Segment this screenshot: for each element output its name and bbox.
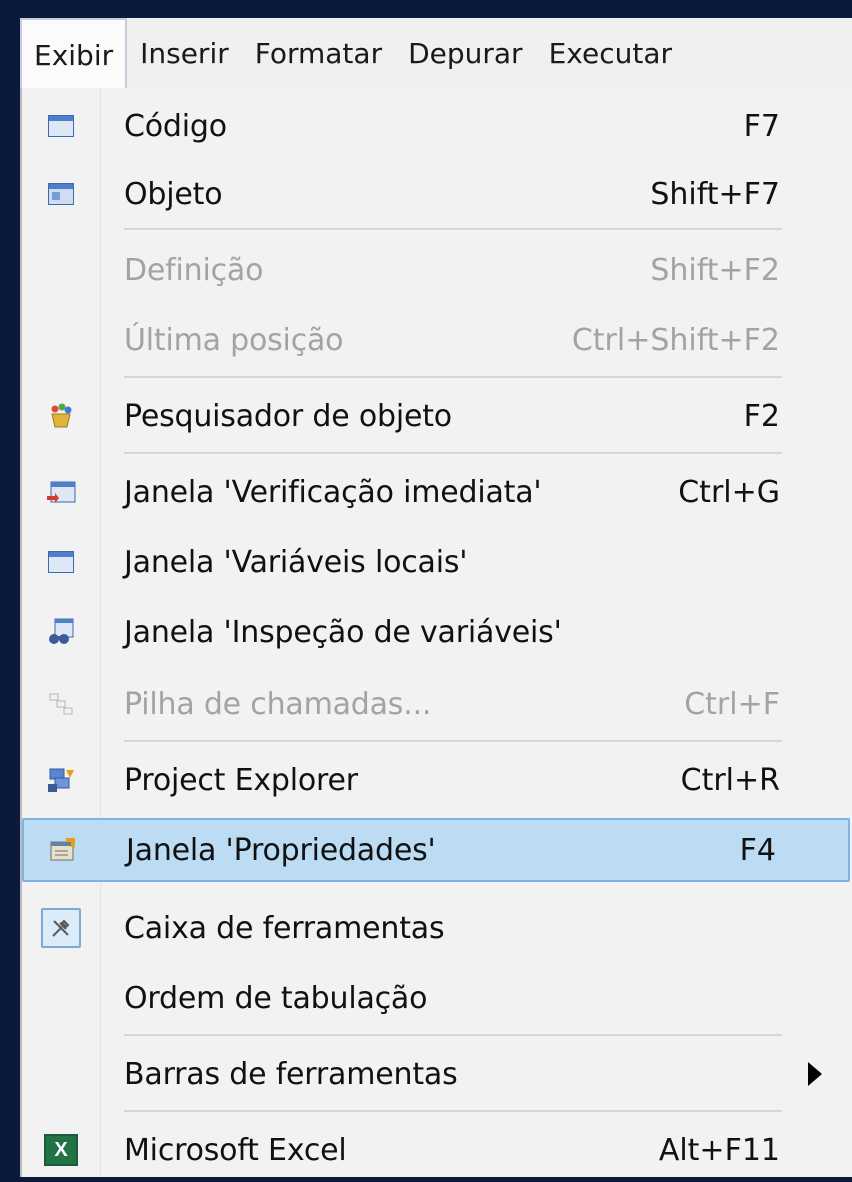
menu-item-label: Código (124, 108, 227, 144)
menu-item-shortcut: Ctrl+F (684, 686, 780, 722)
menu-item-label: Janela 'Variáveis locais' (124, 544, 468, 580)
locals-window-icon (48, 551, 74, 573)
menu-item-label: Caixa de ferramentas (124, 910, 445, 946)
menu-item-ordem-de-tabulacao[interactable]: Ordem de tabulação (22, 966, 852, 1030)
menu-executar[interactable]: Executar (536, 18, 685, 88)
menu-separator (124, 452, 782, 454)
menu-item-shortcut: Ctrl+R (680, 762, 780, 798)
code-window-icon (48, 115, 74, 137)
menu-item-barras-de-ferramentas[interactable]: Barras de ferramentas (22, 1042, 852, 1106)
exibir-dropdown-menu: Código F7 Objeto Shift+F7 Definição Shif… (20, 88, 852, 1177)
menu-exibir[interactable]: Exibir (20, 18, 128, 90)
menu-separator (124, 1034, 782, 1036)
menu-formatar[interactable]: Formatar (242, 18, 395, 88)
menu-item-inspecao-de-variaveis[interactable]: Janela 'Inspeção de variáveis' (22, 600, 852, 664)
menu-item-label: Janela 'Propriedades' (126, 832, 436, 868)
menu-item-shortcut: Shift+F7 (650, 176, 780, 212)
menu-item-shortcut: F7 (743, 108, 780, 144)
menu-item-microsoft-excel[interactable]: X Microsoft Excel Alt+F11 (22, 1118, 852, 1182)
menu-item-objeto[interactable]: Objeto Shift+F7 (22, 162, 852, 226)
excel-icon: X (44, 1134, 78, 1166)
menu-item-label: Janela 'Inspeção de variáveis' (124, 614, 562, 650)
menu-inserir[interactable]: Inserir (127, 18, 242, 88)
menu-separator (124, 740, 782, 742)
menu-separator (124, 376, 782, 378)
menu-item-caixa-de-ferramentas[interactable]: Caixa de ferramentas (22, 896, 852, 960)
menu-item-shortcut: Ctrl+Shift+F2 (571, 322, 780, 358)
object-icon (48, 183, 74, 205)
menu-exibir-label: Exibir (34, 38, 114, 72)
menu-separator (124, 228, 782, 230)
watch-window-icon (49, 618, 74, 644)
menu-bar: Exibir Inserir Formatar Depurar Executar (20, 18, 852, 90)
menu-item-pesquisador-de-objeto[interactable]: Pesquisador de objeto F2 (22, 384, 852, 448)
menu-item-verificacao-imediata[interactable]: Janela 'Verificação imediata' Ctrl+G (22, 460, 852, 524)
menu-item-label: Ordem de tabulação (124, 980, 428, 1016)
menu-item-codigo[interactable]: Código F7 (22, 94, 852, 158)
submenu-arrow-icon (808, 1062, 822, 1086)
object-browser-icon (51, 403, 72, 428)
call-stack-icon (49, 693, 73, 715)
menu-formatar-label: Formatar (254, 36, 383, 70)
menu-item-pilha-de-chamadas: Pilha de chamadas... Ctrl+F (22, 672, 852, 736)
menu-item-label: Pilha de chamadas... (124, 686, 432, 722)
properties-window-icon (50, 838, 75, 861)
menu-depurar[interactable]: Depurar (395, 18, 536, 88)
menu-depurar-label: Depurar (408, 36, 523, 70)
immediate-window-icon (47, 481, 76, 503)
menu-inserir-label: Inserir (140, 36, 229, 70)
menu-item-shortcut: F4 (739, 832, 776, 868)
menu-item-shortcut: Shift+F2 (650, 252, 780, 288)
project-explorer-icon (48, 768, 74, 792)
menu-item-shortcut: Alt+F11 (658, 1132, 780, 1168)
toolbox-icon (41, 908, 81, 948)
menu-item-definicao: Definição Shift+F2 (22, 238, 852, 302)
menu-item-ultima-posicao: Última posição Ctrl+Shift+F2 (22, 308, 852, 372)
menu-item-project-explorer[interactable]: Project Explorer Ctrl+R (22, 748, 852, 812)
menu-executar-label: Executar (548, 36, 672, 70)
menu-item-variaveis-locais[interactable]: Janela 'Variáveis locais' (22, 530, 852, 594)
menu-item-label: Definição (124, 252, 264, 288)
menu-item-shortcut: F2 (743, 398, 780, 434)
menu-item-propriedades[interactable]: Janela 'Propriedades' F4 (22, 818, 850, 882)
menu-item-label: Última posição (124, 322, 344, 358)
menu-item-label: Janela 'Verificação imediata' (124, 474, 542, 510)
menu-item-label: Objeto (124, 176, 223, 212)
menu-item-label: Pesquisador de objeto (124, 398, 452, 434)
menu-item-label: Project Explorer (124, 762, 358, 798)
menu-item-label: Barras de ferramentas (124, 1056, 458, 1092)
menu-separator (124, 1110, 782, 1112)
menu-item-shortcut: Ctrl+G (678, 474, 780, 510)
menu-item-label: Microsoft Excel (124, 1132, 347, 1168)
